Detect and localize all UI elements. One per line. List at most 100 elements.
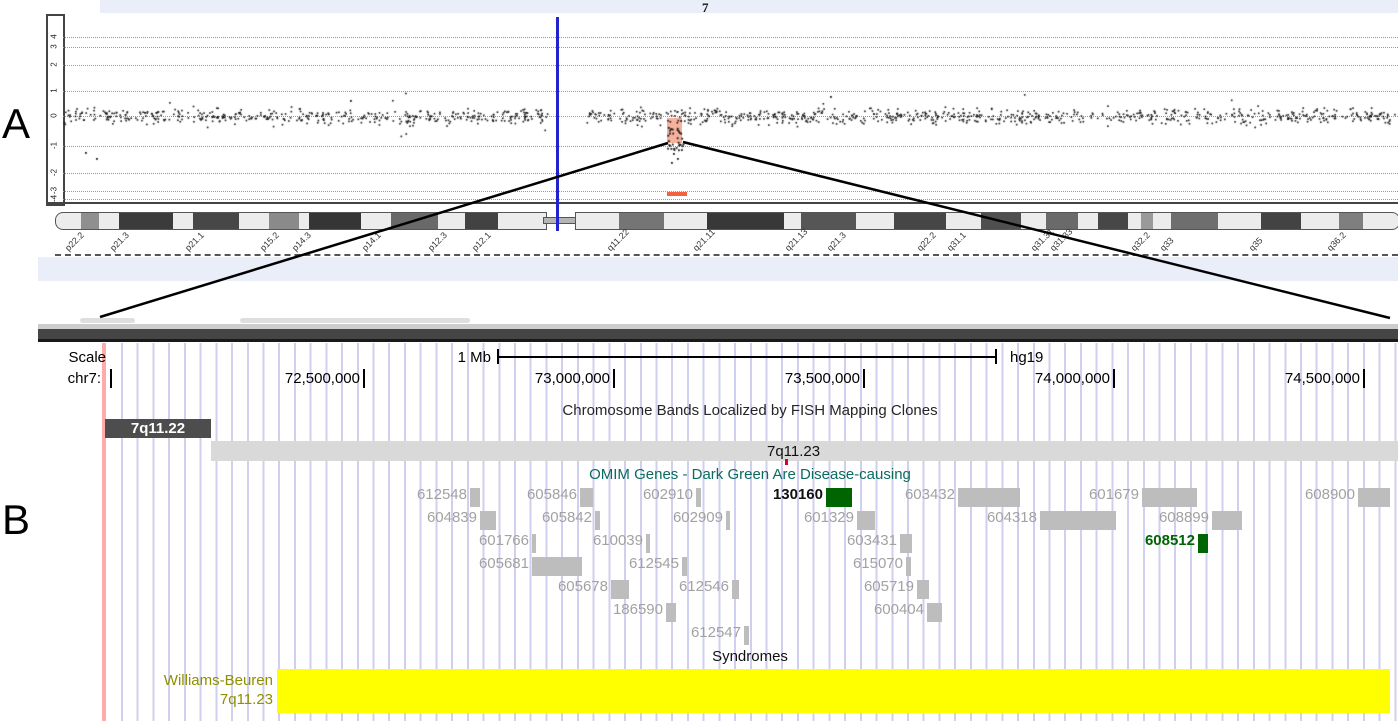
ruler-coordinate-label: 74,000,000 [1034, 370, 1110, 387]
ideogram-band[interactable] [391, 213, 438, 229]
browser-position-bar[interactable] [38, 329, 1398, 339]
ideogram-band[interactable] [81, 213, 99, 229]
omim-gene-box[interactable] [646, 534, 650, 553]
omim-gene-label[interactable]: 608899 [1159, 509, 1209, 526]
omim-gene-label[interactable]: 602909 [673, 509, 723, 526]
ruler-tick [363, 369, 365, 388]
ideogram-band[interactable] [193, 213, 239, 229]
omim-gene-box[interactable] [580, 488, 593, 507]
omim-gene-box[interactable] [900, 534, 912, 553]
panel-b-label: B [2, 496, 31, 543]
omim-gene-box[interactable] [696, 488, 701, 507]
omim-gene-label[interactable]: 130160 [773, 486, 823, 503]
omim-gene-box[interactable] [470, 488, 480, 507]
omim-gene-label[interactable]: 612546 [679, 578, 729, 595]
scale-bar-tick-right [995, 349, 997, 364]
ideogram-band[interactable] [1261, 213, 1301, 229]
tick-row [55, 254, 1398, 256]
region-start-line [102, 343, 106, 721]
band-7q11-22[interactable]: 7q11.22 [105, 419, 211, 438]
omim-gene-box[interactable] [744, 626, 749, 645]
omim-gene-box[interactable] [682, 557, 687, 576]
omim-gene-box[interactable] [595, 511, 600, 530]
omim-gene-label[interactable]: 602910 [643, 486, 693, 503]
omim-gene-label[interactable]: 605719 [864, 578, 914, 595]
omim-gene-box[interactable] [1358, 488, 1390, 507]
ideogram-band[interactable] [1171, 213, 1218, 229]
ruler-tick [1113, 369, 1115, 388]
ideogram-band[interactable] [1098, 213, 1128, 229]
syndromes-track-title: Syndromes [712, 648, 788, 665]
ideogram-band[interactable] [465, 213, 498, 229]
omim-gene-label[interactable]: 601679 [1089, 486, 1139, 503]
omim-gene-box[interactable] [906, 557, 911, 576]
ruler-coordinate-label: 73,500,000 [784, 370, 860, 387]
omim-gene-label[interactable]: 612547 [691, 624, 741, 641]
omim-gene-label[interactable]: 608900 [1305, 486, 1355, 503]
omim-gene-label[interactable]: 605842 [542, 509, 592, 526]
omim-gene-label[interactable]: 186590 [613, 601, 663, 618]
omim-gene-label[interactable]: 612548 [417, 486, 467, 503]
syndrome-name-line1: Williams-Beuren [163, 672, 273, 689]
omim-gene-label[interactable]: 601766 [479, 532, 529, 549]
loss-segment-marker[interactable] [667, 192, 687, 196]
omim-gene-box[interactable] [726, 511, 730, 530]
scroll-pill-left[interactable] [80, 318, 135, 323]
omim-gene-box[interactable] [927, 603, 942, 622]
omim-gene-box[interactable] [532, 557, 582, 576]
omim-gene-box[interactable] [826, 488, 852, 507]
ideogram-band[interactable] [707, 213, 784, 229]
ideogram-band[interactable] [1339, 213, 1363, 229]
omim-gene-label[interactable]: 605678 [558, 578, 608, 595]
omim-gene-label[interactable]: 612545 [629, 555, 679, 572]
ideogram-band[interactable] [801, 213, 856, 229]
omim-gene-label[interactable]: 615070 [853, 555, 903, 572]
omim-gene-label[interactable]: 610039 [593, 532, 643, 549]
mid-strip [38, 257, 1398, 281]
chr-label: chr7: [67, 370, 101, 387]
omim-gene-label[interactable]: 605681 [479, 555, 529, 572]
omim-gene-label[interactable]: 608512 [1145, 532, 1195, 549]
ideogram-band[interactable] [894, 213, 946, 229]
omim-gene-box[interactable] [1040, 511, 1116, 530]
omim-gene-box[interactable] [857, 511, 875, 530]
fish-track-title: Chromosome Bands Localized by FISH Mappi… [562, 402, 938, 419]
omim-gene-box[interactable] [1142, 488, 1197, 507]
omim-gene-box[interactable] [1212, 511, 1242, 530]
ruler-tick [613, 369, 615, 388]
ruler-start-tick [110, 369, 112, 388]
ideogram-band[interactable] [1046, 213, 1078, 229]
omim-gene-box[interactable] [917, 580, 929, 599]
ideogram-p-arm[interactable] [55, 212, 547, 230]
omim-gene-box[interactable] [611, 580, 629, 599]
omim-gene-box[interactable] [480, 511, 496, 530]
omim-gene-label[interactable]: 605846 [527, 486, 577, 503]
syndrome-region-bar[interactable] [277, 669, 1390, 713]
ruler-tick [1363, 369, 1365, 388]
omim-gene-box[interactable] [532, 534, 536, 553]
ideogram-band[interactable] [1141, 213, 1153, 229]
scroll-pill-center[interactable] [240, 318, 470, 323]
ruler-tick [863, 369, 865, 388]
ideogram-band[interactable] [981, 213, 1021, 229]
omim-gene-box[interactable] [958, 488, 1020, 507]
ideogram-band[interactable] [119, 213, 173, 229]
omim-gene-label[interactable]: 603432 [905, 486, 955, 503]
assembly-label: hg19 [1010, 349, 1044, 366]
omim-gene-label[interactable]: 604839 [427, 509, 477, 526]
omim-gene-label[interactable]: 604318 [987, 509, 1037, 526]
ideogram-centromere [543, 217, 579, 224]
figure: A 7 43210-1-2-3-4 p22.2p21.3p21.1p15.2p1… [0, 0, 1398, 721]
omim-gene-box[interactable] [666, 603, 676, 622]
omim-gene-label[interactable]: 603431 [847, 532, 897, 549]
ideogram-band[interactable] [309, 213, 361, 229]
ideogram-band[interactable] [619, 213, 664, 229]
omim-gene-label[interactable]: 601329 [804, 509, 854, 526]
ideogram-band[interactable] [269, 213, 299, 229]
browser-position-bar-edge [38, 339, 1398, 342]
ideogram-q-arm[interactable] [575, 212, 1398, 230]
omim-gene-box[interactable] [1198, 534, 1208, 553]
position-line [556, 17, 559, 231]
omim-gene-label[interactable]: 600404 [874, 601, 924, 618]
omim-gene-box[interactable] [732, 580, 739, 599]
